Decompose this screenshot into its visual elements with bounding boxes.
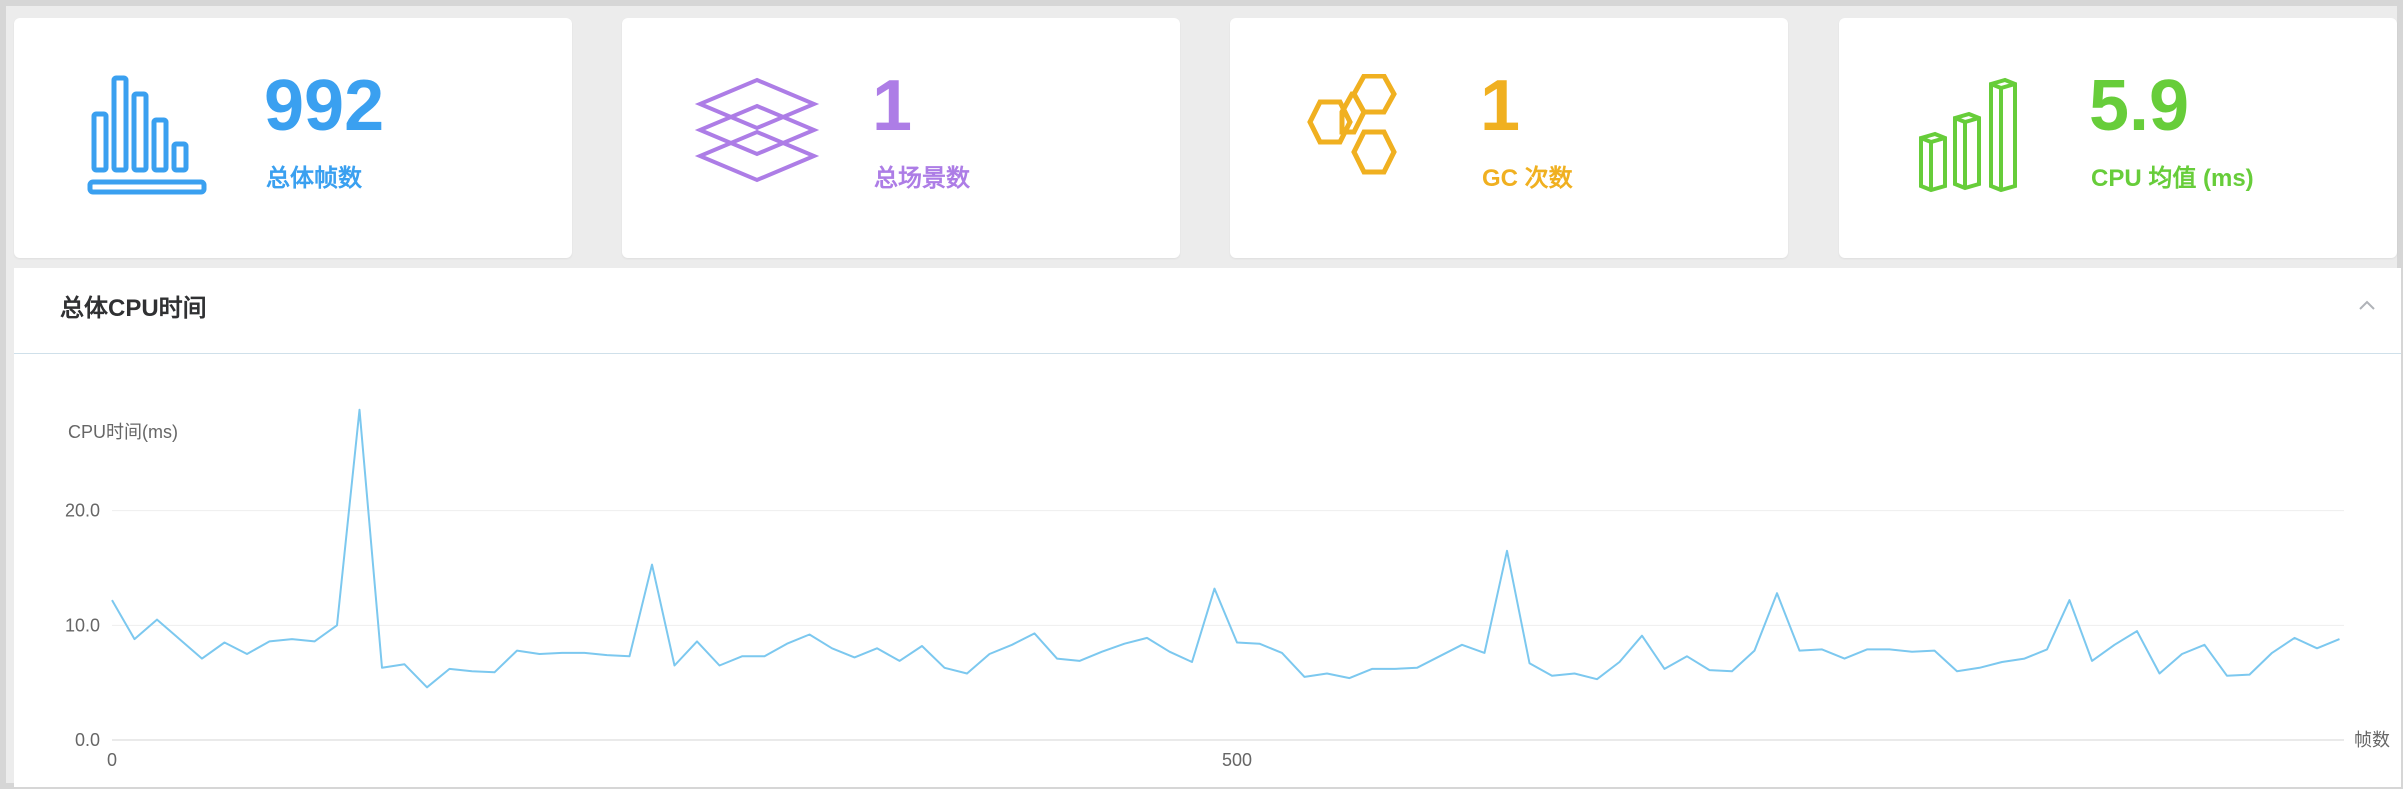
gc-count-label: GC 次数	[1482, 165, 1573, 192]
cpu-time-line-chart: CPU时间(ms) 0.0 10.0 20.0 0 500 帧数	[65, 408, 2390, 770]
series-line	[111, 408, 2340, 689]
bar-chart-icon	[87, 75, 207, 195]
total-scenes-value: 1	[872, 66, 913, 146]
y-axis-title: CPU时间(ms)	[68, 422, 178, 442]
stat-card-gc-count: 1 GC 次数	[1230, 18, 1788, 258]
dashboard-frame: 992 总体帧数 1 总场景数 1 GC 次数 5.9 CPU 均值 (ms) …	[0, 0, 2403, 789]
layers-icon	[694, 77, 820, 183]
y-tick-label: 20.0	[65, 501, 100, 521]
x-axis-title: 帧数	[2354, 730, 2390, 750]
stat-card-cpu-average: 5.9 CPU 均值 (ms)	[1839, 18, 2397, 258]
gc-count-value: 1	[1480, 66, 1521, 146]
stat-card-total-scenes: 1 总场景数	[622, 18, 1180, 258]
panel-header[interactable]: 总体CPU时间	[14, 268, 2401, 354]
y-tick-label: 0.0	[75, 730, 100, 750]
x-tick-label: 500	[1222, 750, 1252, 770]
3d-bars-icon	[1919, 77, 2017, 193]
cpu-time-panel: 总体CPU时间 CPU时间(ms) 0.0 10.0 20.0 0 500 帧数	[14, 268, 2401, 787]
total-frames-value: 992	[264, 66, 385, 146]
total-frames-label: 总体帧数	[266, 165, 362, 192]
cpu-average-value: 5.9	[2089, 66, 2190, 146]
x-tick-label: 0	[107, 750, 117, 770]
panel-title: 总体CPU时间	[60, 295, 207, 322]
cpu-average-label: CPU 均值 (ms)	[2091, 165, 2254, 192]
stats-cards: 992 总体帧数 1 总场景数 1 GC 次数 5.9 CPU 均值 (ms)	[14, 18, 2401, 258]
y-tick-label: 10.0	[65, 615, 100, 635]
chevron-up-icon[interactable]	[2355, 294, 2379, 318]
stat-card-total-frames: 992 总体帧数	[14, 18, 572, 258]
hexagons-icon	[1307, 74, 1397, 175]
total-scenes-label: 总场景数	[874, 165, 970, 192]
